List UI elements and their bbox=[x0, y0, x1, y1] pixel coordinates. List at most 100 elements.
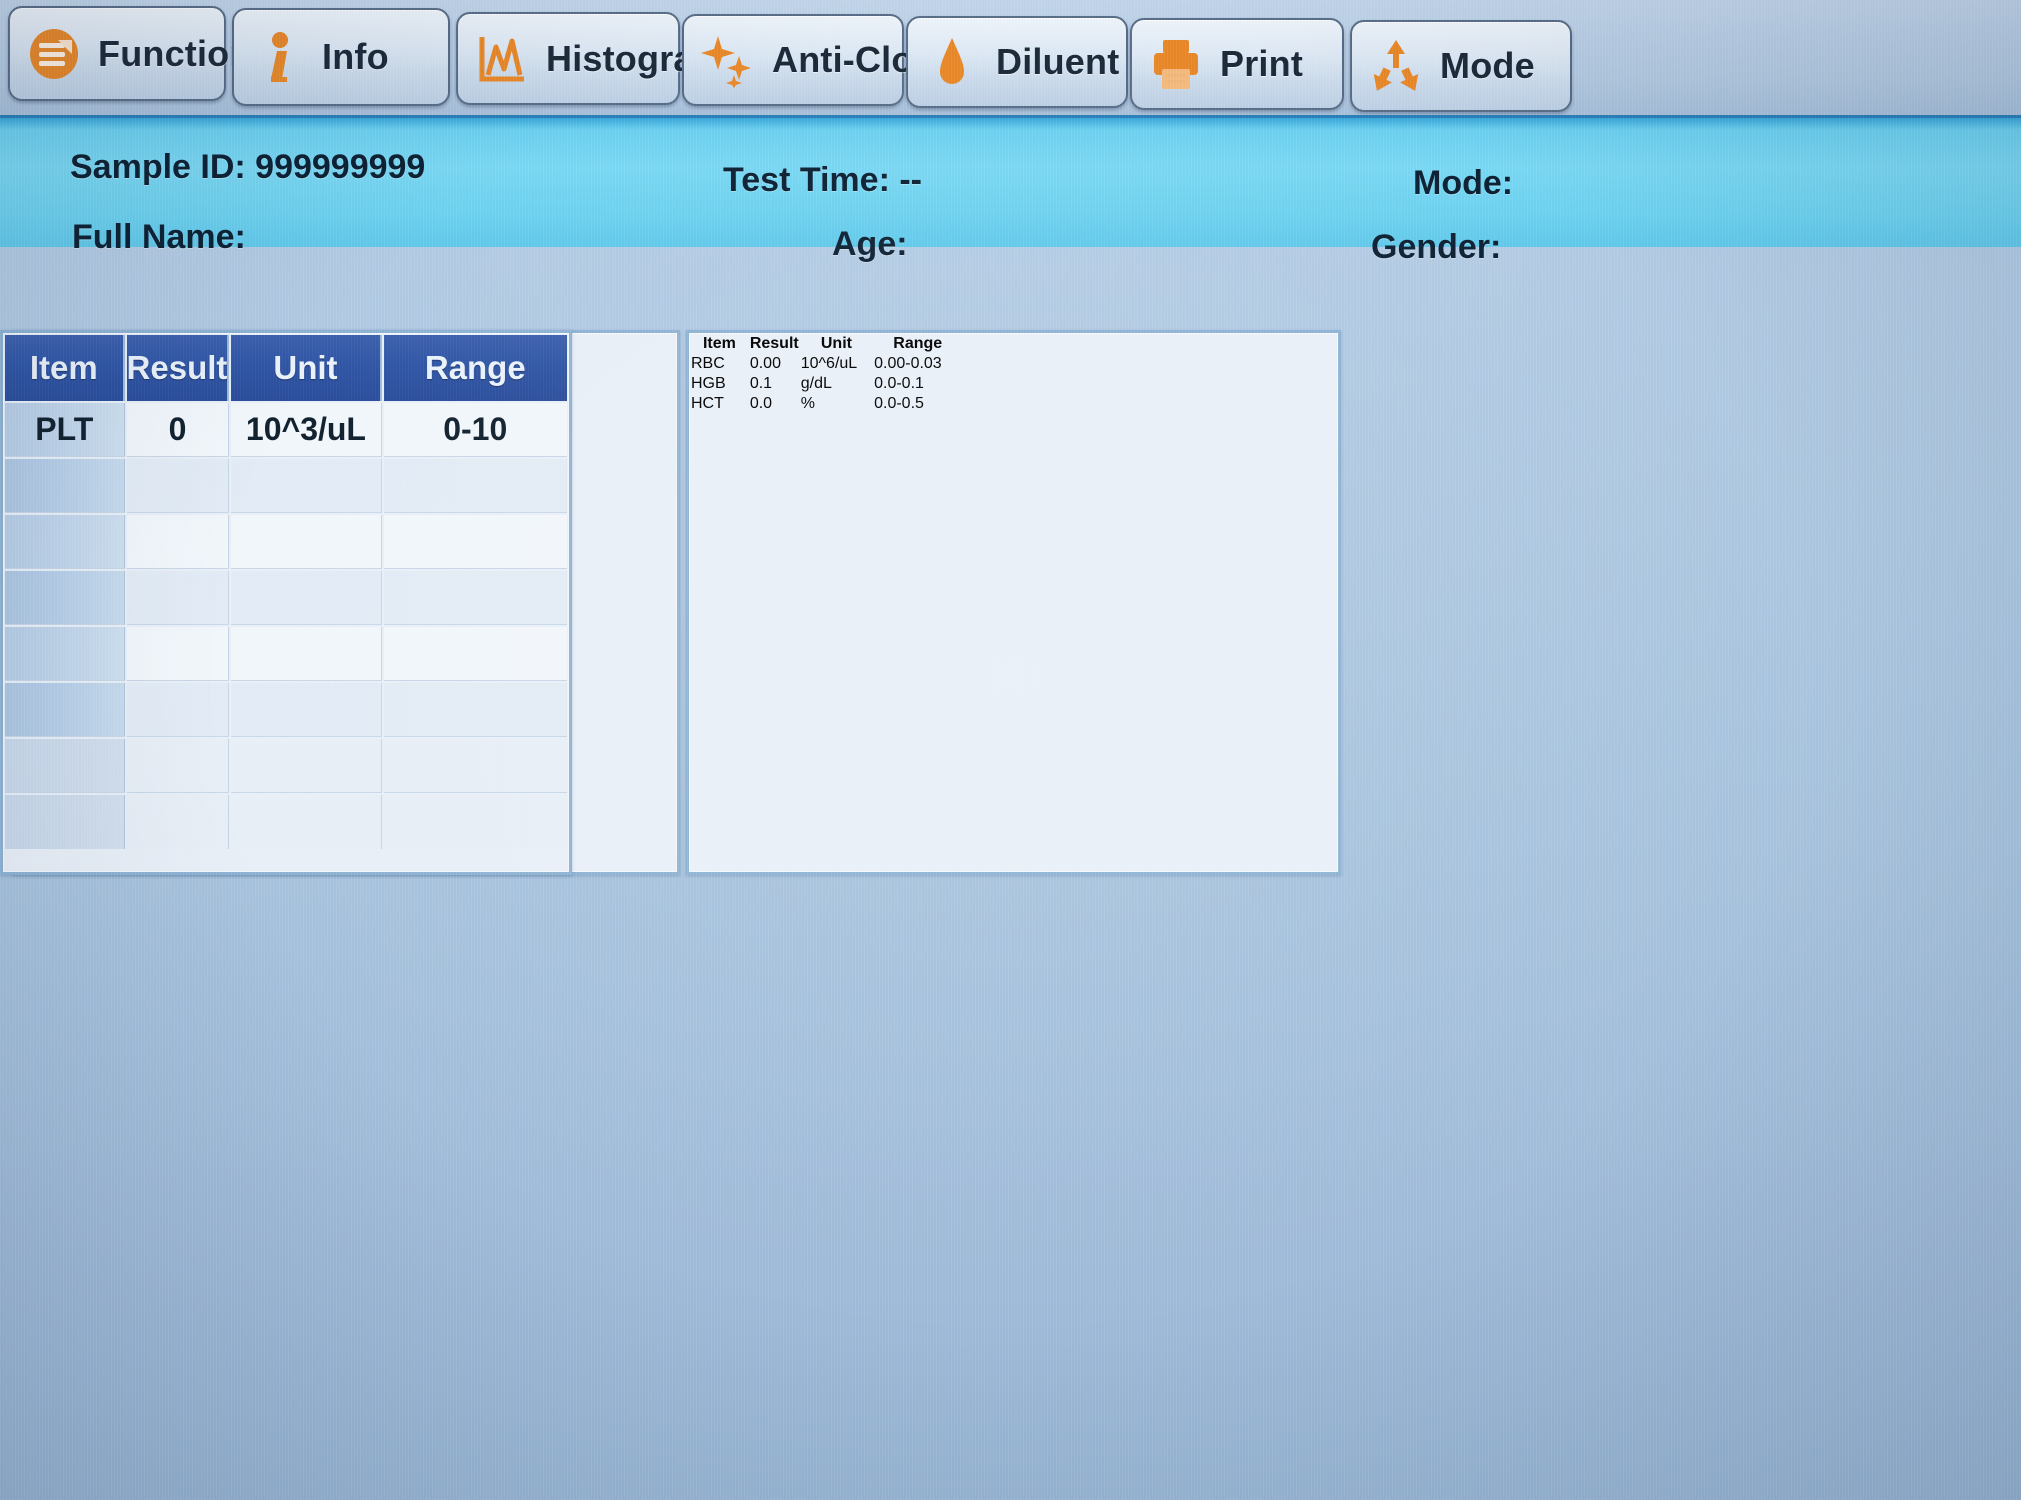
cell-range: 0.0-0.1 bbox=[874, 375, 924, 392]
cell-unit bbox=[231, 683, 382, 737]
marker-line-3 bbox=[0, 1404, 2021, 1500]
cell-result bbox=[126, 795, 230, 849]
results-tables: Item Result Unit Range WBC0.010^3/uL0.0-… bbox=[0, 330, 2021, 875]
cell-range: 0.0-0.5 bbox=[874, 395, 924, 412]
function-button-label: Function bbox=[98, 32, 252, 74]
cell-result bbox=[126, 739, 230, 793]
cell-range bbox=[383, 683, 567, 737]
printer-icon bbox=[1154, 40, 1198, 89]
cell-result bbox=[126, 459, 230, 513]
cell-item bbox=[5, 627, 125, 681]
table-row[interactable] bbox=[5, 515, 567, 569]
cell-result bbox=[126, 571, 230, 625]
function-icon bbox=[30, 28, 78, 79]
cell-unit bbox=[231, 459, 382, 513]
cell-range: 0-10 bbox=[383, 403, 567, 457]
cell-unit bbox=[231, 515, 382, 569]
column-header-unit[interactable]: Unit bbox=[231, 335, 382, 401]
age-text: Age: bbox=[832, 225, 908, 263]
column-header-result[interactable]: Result bbox=[750, 335, 799, 353]
cell-range bbox=[383, 515, 567, 569]
table-row[interactable]: HGB 0.1 g/dL 0.0-0.1 bbox=[691, 375, 961, 393]
column-header-item[interactable]: Item bbox=[5, 335, 125, 401]
table-row[interactable] bbox=[5, 459, 567, 513]
toolbar: Function Info Histogram Anti-Clog Diluen… bbox=[0, 0, 2021, 131]
histogram-icon bbox=[479, 36, 524, 81]
cell-item: HCT bbox=[691, 395, 724, 412]
function-button[interactable]: Function bbox=[8, 6, 251, 101]
results-table-plt[interactable]: Item Result Unit Range PLT 0 10^3/uL 0-10 bbox=[0, 330, 572, 875]
cell-unit bbox=[231, 571, 382, 625]
cell-item bbox=[5, 683, 125, 737]
cell-unit bbox=[231, 627, 382, 681]
table-row[interactable] bbox=[5, 739, 567, 793]
cell-unit: 10^6/uL bbox=[800, 355, 858, 372]
cell-range: 0.00-0.03 bbox=[874, 355, 942, 372]
test-time-text: Test Time: -- bbox=[723, 161, 922, 199]
table-row[interactable]: RBC 0.00 10^6/uL 0.00-0.03 bbox=[691, 355, 961, 373]
cell-item: HGB bbox=[691, 375, 726, 392]
mode-button[interactable]: Mode bbox=[1350, 20, 1572, 112]
table-row[interactable]: HCT 0.0% 0.0-0.5 bbox=[691, 395, 961, 413]
cell-item bbox=[5, 459, 125, 513]
diluent-button[interactable]: Diluent bbox=[906, 16, 1128, 108]
info-button-label: Info bbox=[322, 36, 389, 77]
cell-unit bbox=[231, 795, 382, 849]
droplet-icon bbox=[940, 38, 964, 84]
cell-result: 0.1 bbox=[749, 375, 773, 392]
table-body: PLT 0 10^3/uL 0-10 bbox=[5, 403, 567, 849]
table-row[interactable] bbox=[5, 795, 567, 849]
table-header-row: Item Result Unit Range bbox=[5, 335, 567, 401]
arrows-icon bbox=[1373, 40, 1419, 91]
cell-result bbox=[126, 683, 230, 737]
cell-unit: 10^3/uL bbox=[231, 403, 382, 457]
info-icon bbox=[271, 32, 288, 82]
cell-unit: % bbox=[800, 395, 815, 412]
sample-id-text: Sample ID: 999999999 bbox=[70, 148, 426, 186]
cell-result: 0.0 bbox=[749, 395, 773, 412]
column-header-range[interactable]: Range bbox=[383, 335, 567, 401]
mode-button-label: Mode bbox=[1440, 45, 1535, 86]
cell-range bbox=[383, 459, 567, 513]
cell-range bbox=[383, 627, 567, 681]
column-header-range[interactable]: Range bbox=[874, 335, 961, 353]
print-button-label: Print bbox=[1220, 43, 1304, 84]
marker-line-2 bbox=[0, 1062, 2021, 1404]
table-header-row: Item Result Unit Range bbox=[691, 335, 961, 353]
cell-item bbox=[5, 515, 125, 569]
cell-unit bbox=[231, 739, 382, 793]
cell-item: RBC bbox=[691, 355, 725, 372]
cell-range bbox=[383, 571, 567, 625]
histogram-button[interactable]: Histogram bbox=[456, 12, 726, 105]
cell-result: 0.00 bbox=[749, 355, 781, 372]
results-table-rbc[interactable]: Item Result Unit Range RBC 0.00 10^6/uL 0.0… bbox=[686, 330, 1341, 875]
table-row[interactable] bbox=[5, 627, 567, 681]
table-row[interactable]: PLT 0 10^3/uL 0-10 bbox=[5, 403, 567, 457]
table-row[interactable] bbox=[5, 683, 567, 737]
column-header-unit[interactable]: Unit bbox=[801, 335, 872, 353]
cell-item: PLT bbox=[5, 403, 125, 457]
gender-text: Gender: bbox=[1371, 228, 1502, 266]
cell-range bbox=[383, 795, 567, 849]
table: Item Result Unit Range PLT 0 10^3/uL 0-10 bbox=[3, 333, 569, 851]
cell-result bbox=[126, 627, 230, 681]
column-header-item[interactable]: Item bbox=[691, 335, 748, 353]
cell-range bbox=[383, 739, 567, 793]
table: Item Result Unit Range RBC 0.00 10^6/uL 0.0… bbox=[689, 333, 963, 425]
print-button[interactable]: Print bbox=[1130, 18, 1344, 110]
table-body: RBC 0.00 10^6/uL 0.00-0.03 HGB 0.1 g/dL 0.0-0.1… bbox=[691, 355, 961, 423]
diluent-button-label: Diluent bbox=[996, 41, 1120, 82]
cell-result bbox=[126, 515, 230, 569]
table-row[interactable] bbox=[5, 571, 567, 625]
cell-item bbox=[5, 571, 125, 625]
cell-unit: g/dL bbox=[800, 375, 832, 392]
column-header-result[interactable]: Result bbox=[126, 335, 230, 401]
cell-item bbox=[5, 739, 125, 793]
mode-text: Mode: bbox=[1413, 164, 1514, 202]
patient-info-bar: Sample ID: 999999999 Full Name: Test Tim… bbox=[0, 115, 2021, 266]
anticlog-button[interactable]: Anti-Clog bbox=[682, 14, 936, 106]
sparkle-icon bbox=[701, 36, 751, 88]
cell-item bbox=[5, 795, 125, 849]
cell-result: 0 bbox=[126, 403, 230, 457]
info-button[interactable]: Info bbox=[232, 8, 450, 106]
